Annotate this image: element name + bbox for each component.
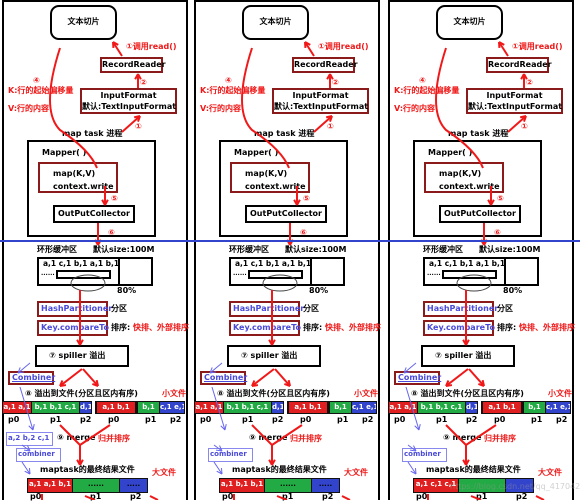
combiner-to-final-arrow-head [415, 468, 416, 474]
phase-divider-line [0, 240, 580, 242]
buffer-cycle-ellipse [457, 275, 491, 291]
merge-line-left [446, 425, 466, 445]
merge-line-right [466, 425, 496, 445]
combiner-to-final-arrow-head [29, 468, 30, 474]
out-arrow-p2 [342, 496, 350, 500]
merge-line-right [272, 425, 302, 445]
combiner-to-combined-arrow [406, 387, 419, 430]
combiner-to-final-arrow-head [221, 468, 222, 474]
out-arrow-p1 [471, 496, 481, 500]
combiner-to-combined-arrow-head [225, 424, 226, 430]
spill-arrow-left [60, 369, 82, 386]
combiner-to-combined-arrow-head [419, 424, 420, 430]
out-arrow-p2 [150, 496, 158, 500]
combiner-to-combined-arrow [212, 387, 225, 430]
out-arrow-p1 [277, 496, 287, 500]
buffer-cycle-ellipse [263, 275, 297, 291]
spill-arrow-right [275, 369, 290, 386]
merge-line-right [80, 425, 110, 445]
combiner-to-combined-arrow [20, 387, 33, 430]
buffer-cycle-ellipse [71, 275, 105, 291]
combiner-to-combined-arrow-head [33, 424, 34, 430]
merge-line-left [252, 425, 272, 445]
task-to-input-arrow [508, 116, 526, 132]
split-to-map-arrow [242, 48, 289, 168]
out-arrow-p1 [85, 496, 95, 500]
watermark: https://blog.csdn.net/qq_41704237 [450, 482, 580, 492]
spill-arrow-left [252, 369, 274, 386]
task-to-input-arrow [122, 116, 140, 132]
spill-arrow-right [83, 369, 98, 386]
merge-line-left [60, 425, 80, 445]
spill-arrow-left [446, 369, 468, 386]
out-arrow-p2 [536, 496, 544, 500]
split-to-map-arrow [50, 48, 97, 168]
split-to-map-arrow [436, 48, 483, 168]
arrows-layer [0, 0, 580, 500]
task-to-input-arrow [314, 116, 332, 132]
spill-arrow-right [469, 369, 484, 386]
